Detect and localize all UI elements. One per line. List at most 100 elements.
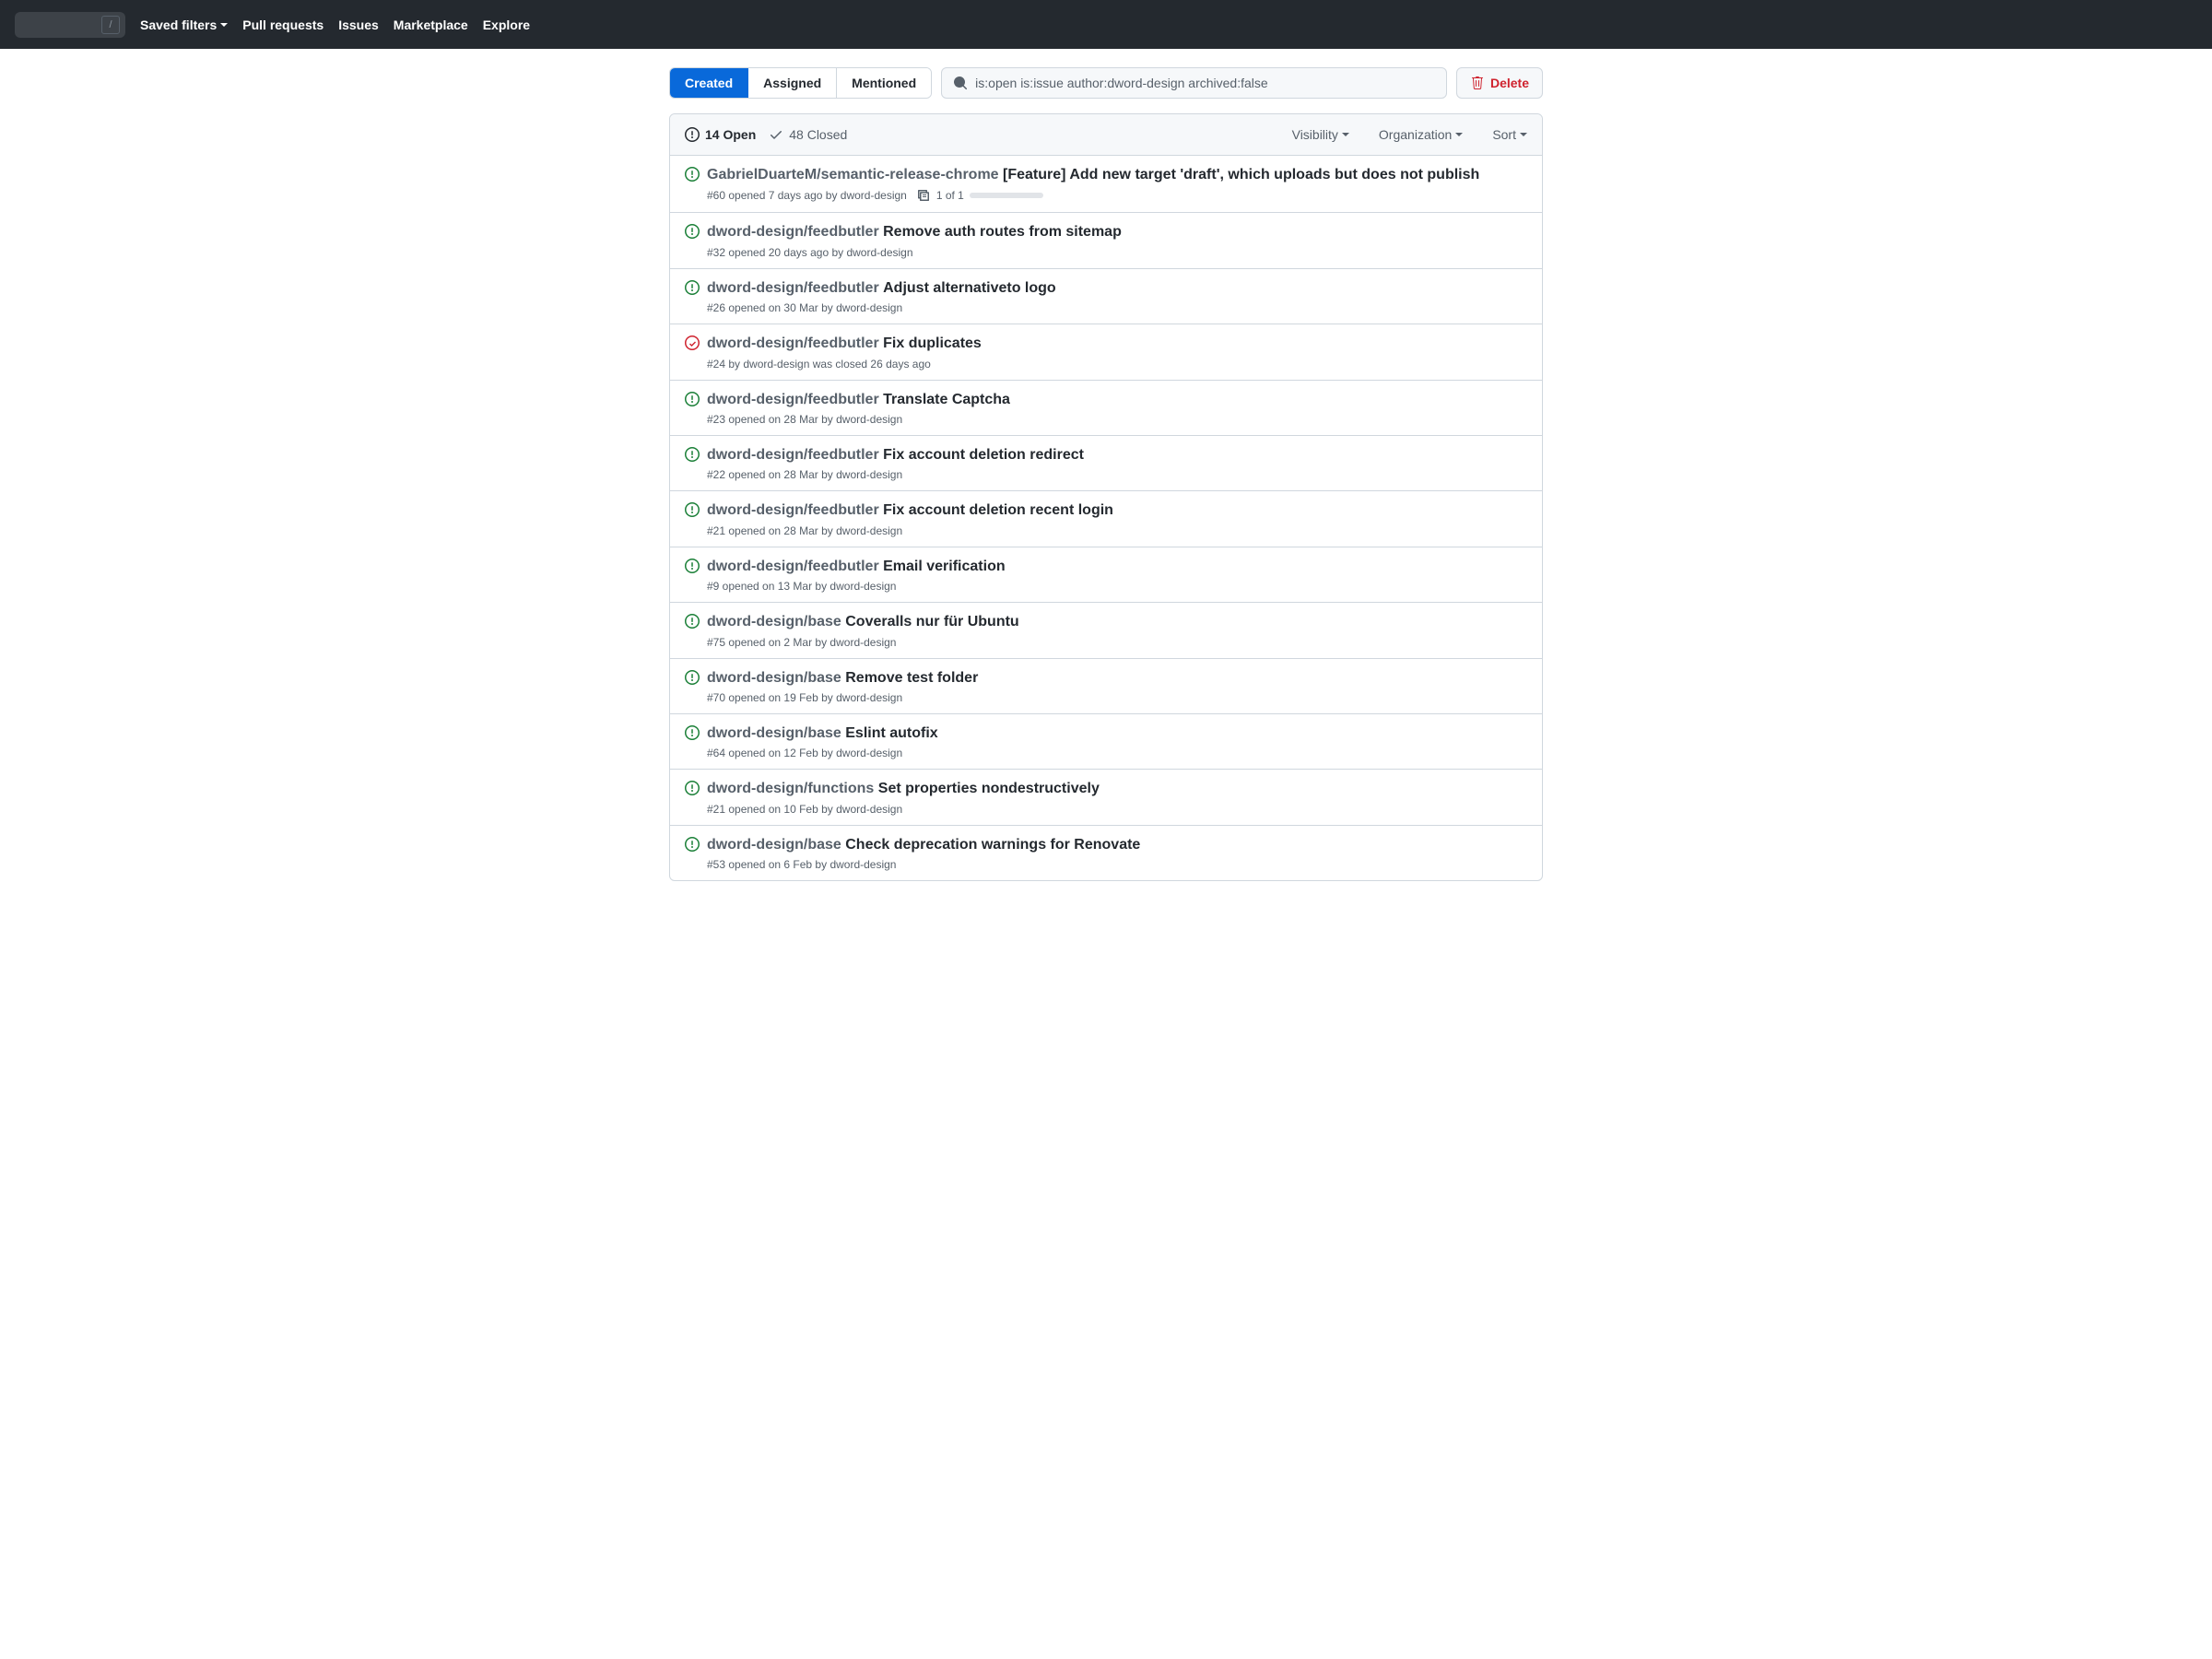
issue-body: dword-design/base Check deprecation warn… — [707, 835, 1527, 871]
issue-title-link[interactable]: Eslint autofix — [845, 725, 937, 741]
filter-organization[interactable]: Organization — [1379, 127, 1463, 142]
issue-title-link[interactable]: [Feature] Add new target 'draft', which … — [1003, 167, 1479, 182]
issue-repo-link[interactable]: dword-design/base — [707, 670, 841, 686]
global-search[interactable]: / — [15, 12, 125, 38]
issue-open-icon — [685, 559, 700, 593]
issue-repo-link[interactable]: dword-design/feedbutler — [707, 447, 879, 463]
issue-title-line: dword-design/base Coveralls nur für Ubun… — [707, 614, 1019, 629]
issue-open-icon — [685, 224, 700, 258]
issue-meta: #60 opened 7 days ago by dword-design1 o… — [707, 188, 1527, 203]
issue-meta-text: #22 opened on 28 Mar by dword-design — [707, 468, 902, 481]
issue-body: dword-design/feedbutler Email verificati… — [707, 557, 1527, 593]
issue-meta-text: #9 opened on 13 Mar by dword-design — [707, 580, 896, 593]
issues-box: 14 Open 48 Closed Visibility Organizatio… — [669, 113, 1543, 881]
issue-meta: #75 opened on 2 Mar by dword-design — [707, 636, 1527, 649]
issue-meta: #26 opened on 30 Mar by dword-design — [707, 301, 1527, 314]
tab-assigned[interactable]: Assigned — [748, 68, 837, 98]
issue-title-link[interactable]: Fix duplicates — [883, 335, 982, 351]
issue-title-link[interactable]: Translate Captcha — [883, 392, 1010, 407]
progress-bar — [970, 193, 1043, 198]
filter-sort[interactable]: Sort — [1492, 127, 1527, 142]
issue-title-line: dword-design/feedbutler Fix account dele… — [707, 447, 1084, 463]
filter-visibility[interactable]: Visibility — [1292, 127, 1349, 142]
trash-icon — [1470, 76, 1485, 90]
issue-open-icon — [685, 127, 700, 142]
issue-meta-text: #70 opened on 19 Feb by dword-design — [707, 691, 902, 704]
issue-repo-link[interactable]: dword-design/feedbutler — [707, 335, 879, 351]
tab-created[interactable]: Created — [670, 68, 748, 98]
issue-title-line: dword-design/functions Set properties no… — [707, 781, 1100, 796]
issue-repo-link[interactable]: dword-design/base — [707, 725, 841, 741]
closed-count[interactable]: 48 Closed — [769, 127, 847, 142]
issue-repo-link[interactable]: GabrielDuarteM/semantic-release-chrome — [707, 167, 999, 182]
issue-open-icon — [685, 502, 700, 536]
issue-body: dword-design/feedbutler Fix account dele… — [707, 445, 1527, 481]
chevron-down-icon — [1520, 133, 1527, 136]
nav-issues[interactable]: Issues — [338, 18, 379, 32]
filter-visibility-label: Visibility — [1292, 127, 1338, 142]
issue-meta: #23 opened on 28 Mar by dword-design — [707, 413, 1527, 426]
issue-body: dword-design/feedbutler Fix duplicates #2… — [707, 334, 1527, 370]
issue-title-line: dword-design/feedbutler Remove auth rout… — [707, 224, 1122, 240]
issue-meta: #21 opened on 10 Feb by dword-design — [707, 803, 1527, 816]
issue-meta-text: #21 opened on 28 Mar by dword-design — [707, 524, 902, 537]
issue-repo-link[interactable]: dword-design/functions — [707, 781, 874, 796]
nav-items: Saved filters Pull requests Issues Marke… — [140, 18, 530, 32]
main-container: Created Assigned Mentioned Delete — [654, 49, 1558, 900]
issue-repo-link[interactable]: dword-design/feedbutler — [707, 392, 879, 407]
nav-saved-filters[interactable]: Saved filters — [140, 18, 228, 32]
chevron-down-icon — [1455, 133, 1463, 136]
task-label: 1 of 1 — [936, 189, 964, 202]
issue-title-line: dword-design/feedbutler Fix duplicates — [707, 335, 982, 351]
nav-pull-requests[interactable]: Pull requests — [242, 18, 324, 32]
issue-meta-text: #21 opened on 10 Feb by dword-design — [707, 803, 902, 816]
issues-list: GabrielDuarteM/semantic-release-chrome [… — [670, 156, 1542, 880]
issue-title-link[interactable]: Check deprecation warnings for Renovate — [845, 837, 1140, 853]
issue-repo-link[interactable]: dword-design/feedbutler — [707, 502, 879, 518]
issues-search[interactable] — [941, 67, 1447, 99]
issue-row: dword-design/feedbutler Fix account dele… — [670, 436, 1542, 491]
filter-organization-label: Organization — [1379, 127, 1452, 142]
issue-row: dword-design/feedbutler Fix account dele… — [670, 491, 1542, 547]
issue-title-link[interactable]: Remove test folder — [845, 670, 978, 686]
issue-meta-text: #64 opened on 12 Feb by dword-design — [707, 747, 902, 759]
issue-title-link[interactable]: Adjust alternativeto logo — [883, 280, 1056, 296]
issue-title-link[interactable]: Email verification — [883, 559, 1006, 574]
issue-body: dword-design/feedbutler Translate Captch… — [707, 390, 1527, 426]
chevron-down-icon — [220, 23, 228, 27]
tab-mentioned[interactable]: Mentioned — [837, 68, 931, 98]
nav-explore[interactable]: Explore — [483, 18, 530, 32]
delete-button[interactable]: Delete — [1456, 67, 1543, 99]
issue-title-link[interactable]: Fix account deletion redirect — [883, 447, 1084, 463]
open-count[interactable]: 14 Open — [685, 127, 756, 142]
issue-row: GabrielDuarteM/semantic-release-chrome [… — [670, 156, 1542, 213]
filter-sort-label: Sort — [1492, 127, 1516, 142]
issue-repo-link[interactable]: dword-design/feedbutler — [707, 280, 879, 296]
nav-saved-filters-label: Saved filters — [140, 18, 217, 32]
issue-repo-link[interactable]: dword-design/feedbutler — [707, 224, 879, 240]
issue-meta: #53 opened on 6 Feb by dword-design — [707, 858, 1527, 871]
issue-meta-text: #53 opened on 6 Feb by dword-design — [707, 858, 896, 871]
issue-title-link[interactable]: Coveralls nur für Ubuntu — [845, 614, 1018, 629]
issue-meta: #24 by dword-design was closed 26 days a… — [707, 358, 1527, 371]
issue-open-icon — [685, 447, 700, 481]
nav-marketplace[interactable]: Marketplace — [394, 18, 468, 32]
slash-shortcut-icon: / — [101, 16, 120, 34]
issues-box-header: 14 Open 48 Closed Visibility Organizatio… — [670, 114, 1542, 156]
issue-meta: #22 opened on 28 Mar by dword-design — [707, 468, 1527, 481]
issues-search-input[interactable] — [975, 76, 1435, 90]
issue-body: dword-design/feedbutler Adjust alternati… — [707, 278, 1527, 314]
issue-row: dword-design/base Check deprecation warn… — [670, 826, 1542, 880]
issue-body: dword-design/feedbutler Fix account dele… — [707, 500, 1527, 536]
issue-repo-link[interactable]: dword-design/base — [707, 837, 841, 853]
issue-repo-link[interactable]: dword-design/feedbutler — [707, 559, 879, 574]
issue-meta-text: #32 opened 20 days ago by dword-design — [707, 246, 913, 259]
issue-body: dword-design/feedbutler Remove auth rout… — [707, 222, 1527, 258]
issue-title-link[interactable]: Remove auth routes from sitemap — [883, 224, 1122, 240]
issue-open-icon — [685, 280, 700, 314]
search-icon — [953, 76, 968, 90]
issue-title-link[interactable]: Set properties nondestructively — [878, 781, 1100, 796]
task-progress: 1 of 1 — [916, 188, 1043, 203]
issue-repo-link[interactable]: dword-design/base — [707, 614, 841, 629]
issue-title-link[interactable]: Fix account deletion recent login — [883, 502, 1113, 518]
